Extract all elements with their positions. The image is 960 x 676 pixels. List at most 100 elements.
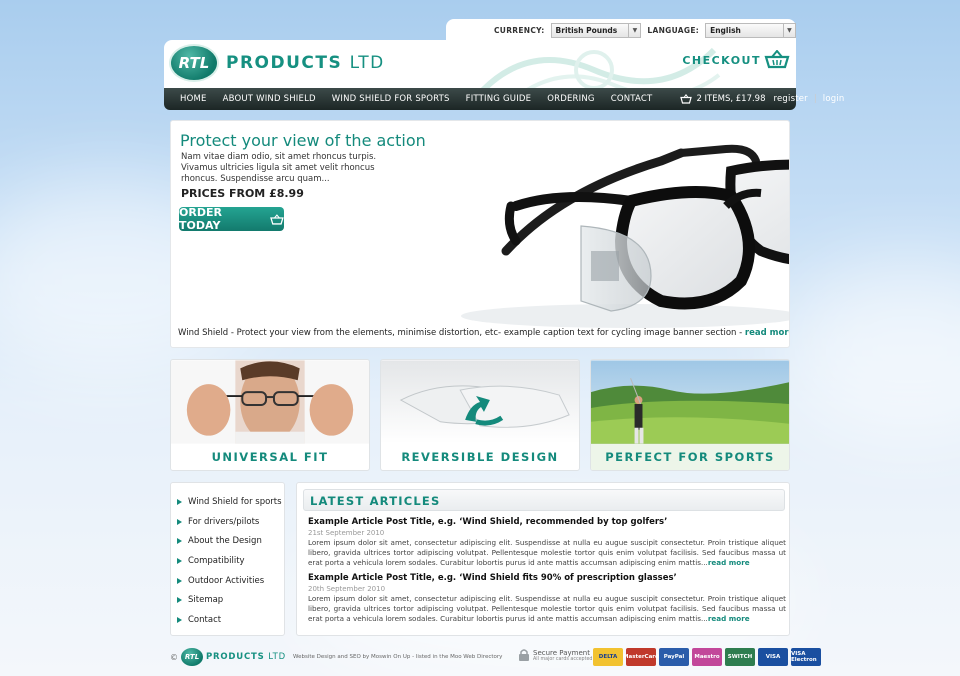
payment-card-logo: MasterCard [623,648,659,666]
payment-card-logo: DELTA [593,648,623,666]
checkout-button[interactable]: CHECKOUT [682,50,790,70]
nav-home[interactable]: HOME [180,94,207,104]
logo-wordmark[interactable]: PRODUCTS LTD [226,53,385,73]
order-today-label: ORDER TODAY [179,206,222,232]
nav-wind-shield-for-sports[interactable]: WIND SHIELD FOR SPORTS [332,94,450,104]
arrow-right-icon [177,577,182,584]
payment-card-logo: Maestro [692,648,722,666]
arrow-right-icon [177,557,182,564]
sidebar-item-label: Contact [188,614,222,625]
sidebar-item-outdoor-activities[interactable]: Outdoor Activities [171,571,284,591]
feature-title: PERFECT FOR SPORTS [591,444,789,470]
nav-ordering[interactable]: ORDERING [547,94,594,104]
article-excerpt: Lorem ipsum dolor sit amet, consectetur … [308,594,786,625]
payment-card-logo: SWITCH [725,648,755,666]
sidebar-item-label: For drivers/pilots [188,516,260,527]
glasses-product-image [461,144,789,328]
article-post: Example Article Post Title, e.g. ‘Wind S… [308,517,786,569]
nav-contact[interactable]: CONTACT [611,94,653,104]
site-footer: © RTL PRODUCTS LTD Website Design and SE… [170,646,821,668]
cart-summary[interactable]: 2 ITEMS, £17.98 [680,94,766,104]
nav-separator: | [813,94,817,104]
sidebar-item-label: About the Design [188,536,262,547]
sidebar-item-sitemap[interactable]: Sitemap [171,590,284,610]
nav-about-wind-shield[interactable]: ABOUT WIND SHIELD [223,94,316,104]
payment-card-logo: PayPal [659,648,689,666]
login-link[interactable]: login [823,94,845,104]
feature-perfect-for-sports[interactable]: PERFECT FOR SPORTS [590,359,790,471]
sidebar-item-label: Outdoor Activities [188,575,265,586]
secure-payment-subtitle: All major cards accepted [533,656,593,662]
secure-payment: Secure Payment All major cards accepted [518,648,592,662]
article-date: 20th September 2010 [308,585,386,593]
arrow-right-icon [177,538,182,545]
hero-title: Protect your view of the action [180,131,426,150]
hero-read-more-link[interactable]: read more [745,328,789,338]
hero-intro: Nam vitae diam odio, sit amet rhoncus tu… [181,152,377,184]
sidebar-item-label: Compatibility [188,555,245,566]
secure-payment-title: Secure Payment [533,648,590,657]
article-read-more-link[interactable]: read more [708,558,750,567]
arrow-right-icon [177,498,182,505]
feature-title: REVERSIBLE DESIGN [401,450,559,464]
arrow-right-icon [177,597,182,604]
basket-icon [764,50,790,69]
preferences-bar: CURRENCY: British Pounds ▼ LANGUAGE: Eng… [446,19,796,41]
sidebar-item-about-design[interactable]: About the Design [171,531,284,551]
basket-icon [680,94,693,104]
sidebar-item-label: Sitemap [188,595,224,606]
logo-badge[interactable]: RTL [169,44,219,82]
article-excerpt: Lorem ipsum dolor sit amet, consectetur … [308,538,786,569]
nav-fitting-guide[interactable]: FITTING GUIDE [466,94,532,104]
sidebar-item-wind-shield-for-sports[interactable]: Wind Shield for sports [171,492,284,512]
language-select-value: English [710,25,741,35]
sidebar-item-drivers-pilots[interactable]: For drivers/pilots [171,512,284,532]
basket-icon [270,213,284,225]
reversible-design-image [381,360,579,444]
language-label: LANGUAGE: [647,25,700,35]
feature-reversible-design[interactable]: REVERSIBLE DESIGN [380,359,580,471]
article-title-link[interactable]: Example Article Post Title, e.g. ‘Wind S… [308,573,786,583]
footer-logo-wordmark: PRODUCTS LTD [206,652,286,662]
article-date: 21st September 2010 [308,529,385,537]
checkout-label: CHECKOUT [682,53,761,67]
footer-credit[interactable]: Website Design and SEO by Moswin On Up -… [293,654,502,660]
logo-suffix: LTD [349,53,385,73]
hero-caption: Wind Shield - Protect your view from the… [178,328,789,338]
latest-articles-heading: LATEST ARTICLES [303,489,785,511]
feature-universal-fit[interactable]: UNIVERSAL FIT [170,359,370,471]
site-header: RTL PRODUCTS LTD CHECKOUT [164,40,796,88]
main-nav: HOME ABOUT WIND SHIELD WIND SHIELD FOR S… [164,88,844,110]
language-select[interactable]: English ▼ [705,22,796,38]
currency-select[interactable]: British Pounds ▼ [550,22,642,38]
hero-caption-text: Wind Shield - Protect your view from the… [178,328,745,338]
universal-fit-image [171,360,369,444]
article-title-link[interactable]: Example Article Post Title, e.g. ‘Wind S… [308,517,786,527]
payment-card-logo: VISA Electron [791,648,821,666]
payment-card-logo: VISA [758,648,788,666]
sidebar-menu: Wind Shield for sports For drivers/pilot… [170,482,285,636]
footer-logo: © RTL PRODUCTS LTD Website Design and SE… [170,648,502,666]
currency-label: CURRENCY: [494,25,545,35]
latest-articles: LATEST ARTICLES Example Article Post Tit… [296,482,790,636]
arrow-right-icon [177,616,182,623]
sidebar-item-label: Wind Shield for sports [188,496,282,507]
article-post: Example Article Post Title, e.g. ‘Wind S… [308,573,786,625]
article-read-more-link[interactable]: read more [708,614,750,623]
copyright-symbol: © [170,652,178,662]
feature-title: UNIVERSAL FIT [211,450,329,464]
hero-banner: Protect your view of the action Nam vita… [170,120,790,348]
sidebar-item-contact[interactable]: Contact [171,610,284,630]
order-today-button[interactable]: ORDER TODAY [179,206,284,232]
hero-price: PRICES FROM £8.99 [181,187,304,200]
logo-name: PRODUCTS [226,53,343,73]
chevron-down-icon: ▼ [628,23,640,37]
padlock-icon [519,649,529,661]
sidebar-item-compatibility[interactable]: Compatibility [171,551,284,571]
payment-cards: DELTA MasterCard PayPal Maestro SWITCH VISA VI… [593,648,821,666]
cart-summary-text: 2 ITEMS, £17.98 [696,94,766,104]
register-link[interactable]: register [774,94,808,104]
chevron-down-icon: ▼ [782,23,795,37]
arrow-right-icon [177,518,182,525]
currency-select-value: British Pounds [555,25,618,35]
